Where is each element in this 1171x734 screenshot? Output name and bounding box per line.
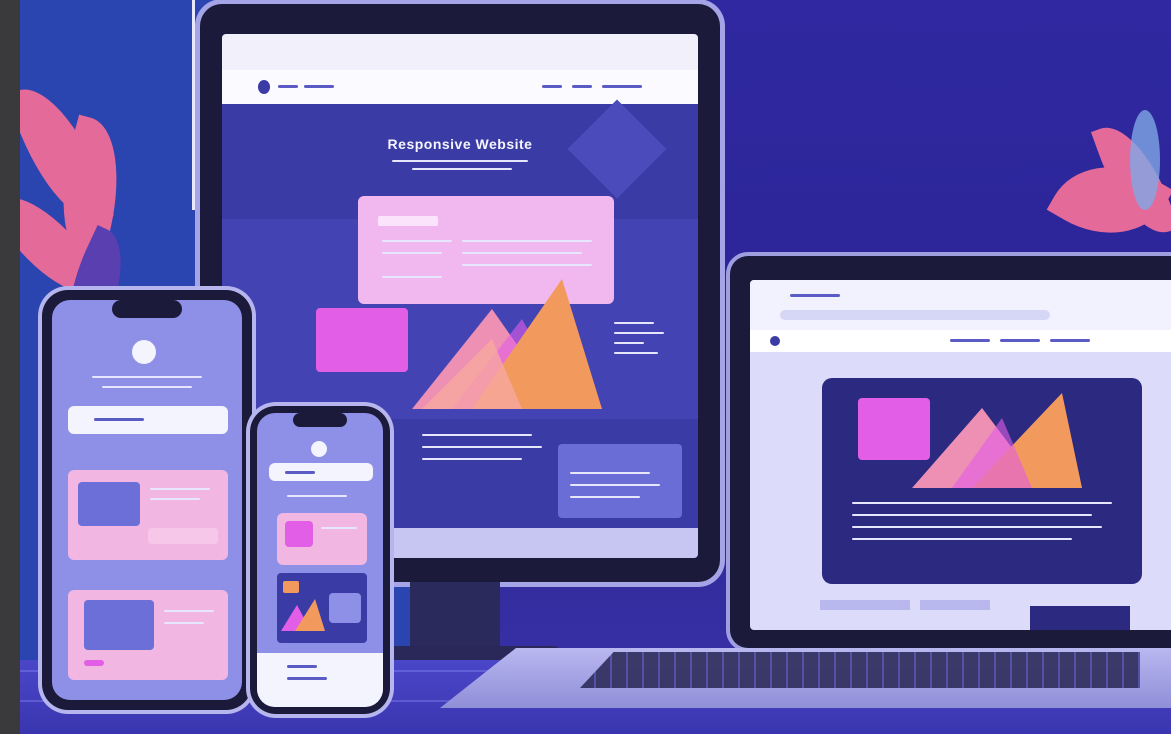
left-edge-strip xyxy=(0,0,20,734)
app-logo xyxy=(132,340,156,364)
hanging-light xyxy=(192,0,195,210)
mountain-graphic xyxy=(412,279,602,409)
feature-image xyxy=(316,308,408,372)
info-card xyxy=(558,444,682,518)
device-illustration: Responsive Website xyxy=(20,0,1171,734)
content-card xyxy=(68,470,228,560)
laptop-keyboard xyxy=(580,652,1140,688)
right-plant xyxy=(1046,110,1171,270)
laptop-hero-panel xyxy=(822,378,1142,584)
site-nav-bar xyxy=(222,70,698,104)
diamond-shape xyxy=(567,99,667,199)
laptop xyxy=(730,256,1171,648)
content-card xyxy=(277,513,367,565)
laptop-nav-bar xyxy=(750,330,1171,352)
browser-bar xyxy=(222,34,698,70)
smartphone-large xyxy=(42,290,252,710)
content-card xyxy=(277,573,367,643)
content-card xyxy=(68,590,228,680)
laptop-browser-bar xyxy=(750,280,1171,330)
smartphone-small xyxy=(250,406,390,714)
monitor-stand xyxy=(410,582,500,652)
search-bar xyxy=(68,406,228,434)
laptop-screen xyxy=(750,280,1171,630)
